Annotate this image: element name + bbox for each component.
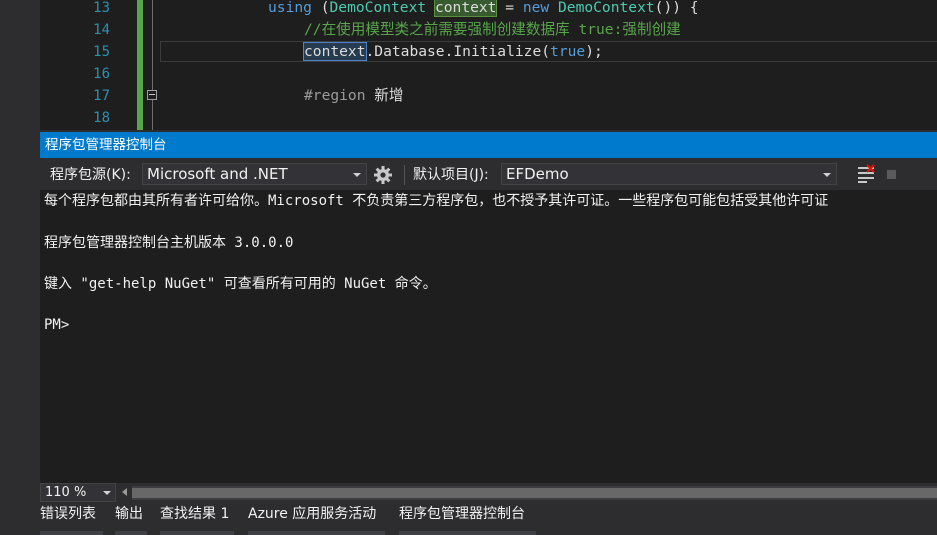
horizontal-scrollbar[interactable] — [132, 486, 937, 500]
tab-underline — [40, 531, 103, 535]
tab-label: 错误列表 — [40, 506, 96, 522]
line-number: 15 — [93, 44, 110, 60]
default-project-value: EFDemo — [506, 165, 569, 183]
code-line-17[interactable]: #region 新增 — [304, 85, 404, 107]
gear-icon[interactable] — [373, 165, 393, 185]
console-output[interactable]: 每个程序包都由其所有者许可给你。Microsoft 不负责第三方程序包，也不授予… — [44, 190, 937, 486]
tab-label: 查找结果 1 — [160, 506, 230, 522]
output-line: 每个程序包都由其所有者许可给你。Microsoft 不负责第三方程序包，也不授予… — [44, 193, 829, 209]
tab-underline — [160, 531, 234, 535]
console-toolbar: 程序包源(K): Microsoft and .NET 默认项目(J): EFD… — [40, 158, 937, 190]
package-source-label: 程序包源(K): — [50, 167, 131, 183]
tool-window-tabs: 错误列表 输出 查找结果 1 Azure 应用服务活动 程序包管理器控制台 — [0, 503, 937, 535]
type-name: DemoContext — [558, 0, 655, 16]
chevron-down-icon — [353, 173, 361, 177]
editor-left-margin — [0, 0, 40, 130]
default-project-dropdown[interactable]: EFDemo — [501, 163, 837, 185]
zoom-row: 110 % — [40, 483, 937, 503]
zoom-value: 110 % — [45, 485, 87, 500]
toolbar-divider — [404, 165, 405, 185]
outline-guide-line — [152, 0, 153, 130]
code-token: ()) { — [654, 0, 699, 16]
type-name: DemoContext — [329, 0, 427, 16]
line-number: 14 — [93, 22, 110, 38]
tab-package-manager-console[interactable]: 程序包管理器控制台 — [399, 503, 536, 535]
code-line-14[interactable]: //在使用模型类之前需要强制创建数据库 true:强制创建 — [304, 19, 681, 41]
output-line: 键入 "get-help NuGet" 可查看所有可用的 NuGet 命令。 — [44, 276, 437, 292]
code-comment: //在使用模型类之前需要强制创建数据库 true:强制创建 — [304, 21, 681, 38]
tab-output[interactable]: 输出 — [115, 503, 147, 535]
scrollbar-thumb[interactable] — [132, 488, 937, 498]
output-line: 程序包管理器控制台主机版本 3.0.0.0 — [44, 235, 294, 251]
line-number: 16 — [93, 66, 110, 82]
change-tracking-bar — [137, 0, 143, 130]
code-token: ( — [311, 0, 330, 16]
keyword-true: true — [550, 43, 586, 60]
code-token: .Database.Initialize( — [365, 43, 551, 60]
collapse-region-icon[interactable] — [147, 90, 157, 100]
tab-label: 输出 — [115, 506, 143, 522]
highlighted-variable[interactable]: context — [433, 0, 498, 17]
tab-find-results[interactable]: 查找结果 1 — [160, 503, 234, 535]
tab-error-list[interactable]: 错误列表 — [40, 503, 103, 535]
code-line-13[interactable]: using (DemoContext context = new DemoCon… — [268, 0, 699, 19]
clear-console-icon[interactable] — [856, 164, 876, 184]
command-prompt[interactable]: PM> — [44, 315, 69, 335]
stop-icon[interactable] — [887, 170, 896, 179]
keyword-using: using — [268, 0, 312, 16]
line-number: 13 — [93, 0, 110, 16]
region-directive: #region — [304, 87, 366, 104]
keyword-new: new — [522, 0, 550, 16]
console-title-bar[interactable]: 程序包管理器控制台 — [40, 132, 937, 158]
package-source-value: Microsoft and .NET — [147, 165, 288, 183]
tab-underline — [248, 531, 385, 535]
tab-label: 程序包管理器控制台 — [399, 506, 525, 522]
selected-variable[interactable]: context — [303, 42, 367, 61]
tab-label: Azure 应用服务活动 — [248, 506, 377, 522]
package-source-dropdown[interactable]: Microsoft and .NET — [142, 163, 367, 185]
region-name: 新增 — [365, 87, 404, 104]
scroll-left-icon[interactable] — [122, 488, 127, 496]
zoom-dropdown[interactable]: 110 % — [40, 483, 116, 502]
tab-underline — [115, 531, 147, 535]
default-project-label: 默认项目(J): — [413, 167, 489, 183]
chevron-down-icon — [823, 173, 831, 177]
chevron-down-icon — [103, 491, 111, 495]
line-number: 18 — [93, 110, 110, 126]
tab-underline — [399, 531, 536, 535]
code-token: = — [496, 0, 523, 16]
code-line-15[interactable]: context.Database.Initialize(true); — [303, 41, 603, 63]
code-editor[interactable]: 13 14 15 16 17 18 using (DemoContext con… — [0, 0, 937, 130]
console-title: 程序包管理器控制台 — [45, 137, 167, 153]
tab-azure-activity[interactable]: Azure 应用服务活动 — [248, 503, 385, 535]
line-number: 17 — [93, 88, 110, 104]
code-token: ); — [585, 43, 603, 60]
